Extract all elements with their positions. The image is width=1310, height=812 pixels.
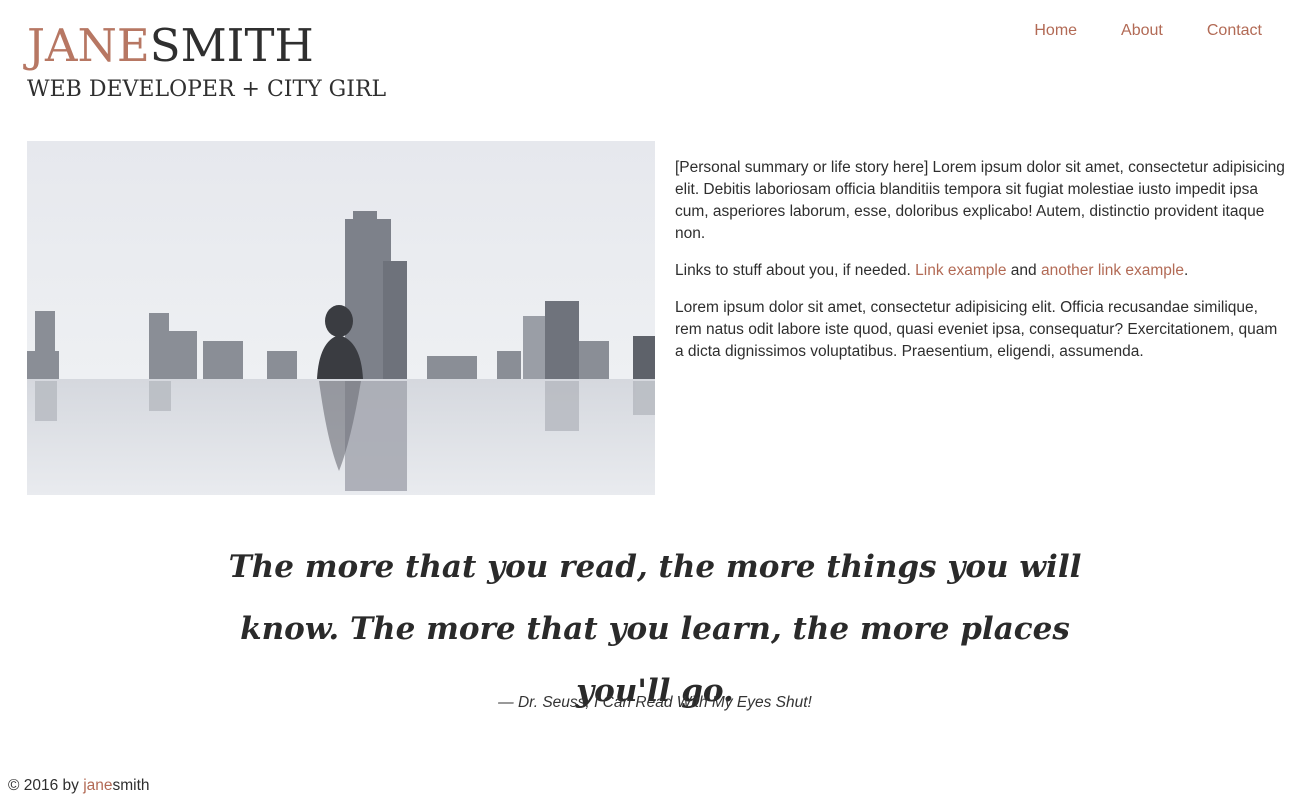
- brand-name: JANESMITH: [27, 18, 386, 74]
- brand-tagline: WEB DEVELOPER + CITY GIRL: [27, 77, 387, 102]
- bio-paragraph-3: Lorem ipsum dolor sit amet, consectetur …: [675, 299, 1278, 360]
- bio-paragraph-2: Links to stuff about you, if needed. Lin…: [675, 260, 1285, 282]
- hero-photo-illustration: [27, 141, 655, 495]
- nav-home-link[interactable]: Home: [1034, 20, 1077, 42]
- quote-citation: — Dr. Seuss, I Can Read With My Eyes Shu…: [498, 694, 812, 711]
- footer-name-first: jane: [83, 777, 113, 794]
- footer-name-last: smith: [112, 777, 150, 794]
- nav-contact-link[interactable]: Contact: [1207, 20, 1262, 42]
- brand-first-name: JANE: [27, 19, 150, 72]
- page: JANESMITH WEB DEVELOPER + CITY GIRL Home…: [0, 0, 1310, 812]
- another-link-example[interactable]: another link example: [1041, 262, 1184, 279]
- bio-paragraph-1: [Personal summary or life story here] Lo…: [675, 159, 1285, 242]
- footer-copyright: © 2016 by: [8, 777, 84, 794]
- nav-about-link[interactable]: About: [1121, 20, 1163, 42]
- bio-links-and: and: [1006, 262, 1041, 279]
- site-footer: © 2016 by janesmith: [8, 777, 150, 795]
- bio-links-intro: Links to stuff about you, if needed.: [675, 262, 916, 279]
- brand-last-name: SMITH: [149, 19, 314, 72]
- hero-image: [27, 141, 655, 495]
- main-nav: Home About Contact: [990, 20, 1262, 42]
- brand[interactable]: JANESMITH WEB DEVELOPER + CITY GIRL: [27, 18, 386, 104]
- bio-section: [Personal summary or life story here] Lo…: [675, 157, 1285, 378]
- link-example[interactable]: Link example: [915, 262, 1006, 279]
- bio-links-period: .: [1183, 262, 1189, 279]
